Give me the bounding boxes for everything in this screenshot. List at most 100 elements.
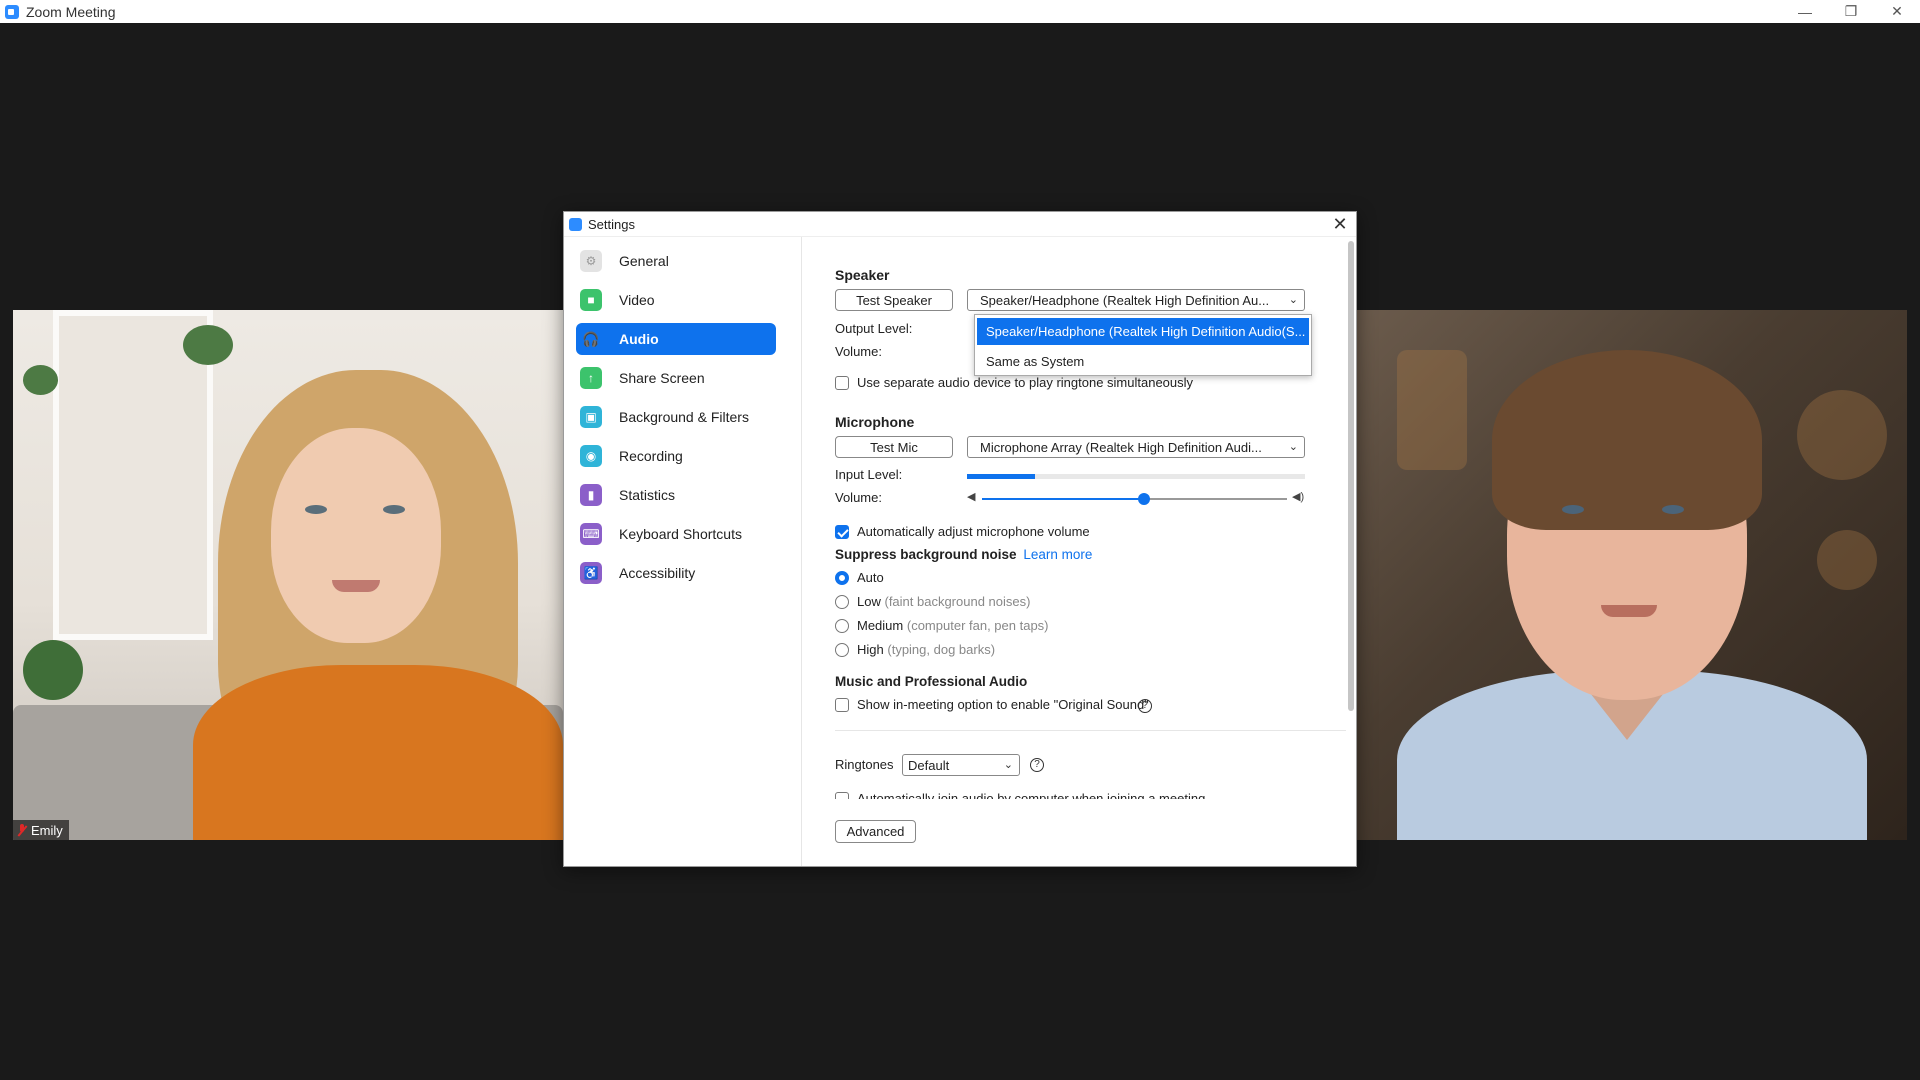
ringtones-select[interactable]: Default ⌄	[902, 754, 1020, 776]
auto-adjust-mic-label: Automatically adjust microphone volume	[857, 524, 1090, 539]
plant	[23, 365, 58, 395]
sidebar-item-accessibility[interactable]: ♿ Accessibility	[576, 557, 776, 589]
mic-volume-label: Volume:	[835, 490, 882, 505]
plant	[183, 325, 233, 365]
dropdown-option-speaker-headphone[interactable]: Speaker/Headphone (Realtek High Definiti…	[977, 318, 1309, 345]
noise-high-hint: (typing, dog barks)	[887, 642, 996, 657]
window-title: Zoom Meeting	[26, 3, 116, 20]
background-bokeh	[1397, 350, 1467, 470]
sidebar-item-label: Audio	[619, 331, 659, 347]
input-level-label: Input Level:	[835, 467, 903, 482]
microphone-device-value: Microphone Array (Realtek High Definitio…	[980, 439, 1262, 455]
speaker-volume-label: Volume:	[835, 344, 882, 359]
chevron-down-icon: ⌄	[1288, 294, 1298, 306]
accessibility-icon: ♿	[580, 562, 602, 584]
person-eye	[1562, 505, 1584, 514]
person-eye	[1662, 505, 1684, 514]
auto-join-audio-label: Automatically join audio by computer whe…	[857, 791, 1206, 799]
original-sound-checkbox[interactable]	[835, 698, 849, 712]
suppress-noise-title: Suppress background noise Learn more	[835, 547, 1092, 562]
sidebar-item-label: General	[619, 253, 669, 269]
headphones-icon: 🎧	[582, 330, 600, 347]
ringtones-value: Default	[908, 757, 950, 773]
sidebar-item-label: Background & Filters	[619, 409, 749, 425]
help-icon[interactable]: ?	[1030, 758, 1044, 772]
participant-video-tile[interactable]	[1357, 310, 1907, 840]
participant-name-tag: Emily	[13, 820, 69, 840]
sidebar-item-label: Accessibility	[619, 565, 696, 581]
noise-medium-radio[interactable]	[835, 619, 849, 633]
speaker-section-title: Speaker	[835, 267, 890, 283]
sidebar-item-label: Video	[619, 292, 655, 308]
help-icon[interactable]: ?	[1138, 699, 1152, 713]
separate-ringtone-checkbox[interactable]	[835, 376, 849, 390]
noise-high-label: High (typing, dog barks)	[857, 642, 995, 657]
restore-button[interactable]: ❐	[1828, 0, 1874, 23]
sidebar-item-recording[interactable]: ◉ Recording	[576, 440, 776, 472]
mic-volume-slider[interactable]	[982, 493, 1287, 505]
speaker-device-select[interactable]: Speaker/Headphone (Realtek High Definiti…	[967, 289, 1305, 311]
noise-high-text: High	[857, 642, 884, 657]
noise-medium-text: Medium	[857, 618, 904, 633]
suppress-noise-title-text: Suppress background noise	[835, 547, 1017, 562]
noise-auto-radio[interactable]	[835, 571, 849, 585]
settings-title: Settings	[588, 216, 635, 232]
participant-name: Emily	[31, 822, 63, 838]
share-screen-icon: ↑	[580, 367, 602, 389]
keyboard-icon: ⌨	[580, 523, 602, 545]
person-mouth	[1601, 605, 1657, 617]
sidebar-item-audio[interactable]: 🎧 Audio	[576, 323, 776, 355]
person-eye	[305, 505, 327, 514]
sidebar-item-label: Keyboard Shortcuts	[619, 526, 742, 542]
statistics-icon: ▮	[580, 484, 602, 506]
mic-volume-slider-thumb[interactable]	[1137, 493, 1150, 505]
background-bokeh	[1817, 530, 1877, 590]
person-hair	[1492, 350, 1762, 530]
sidebar-item-background-filters[interactable]: ▣ Background & Filters	[576, 401, 776, 433]
auto-join-audio-checkbox[interactable]	[835, 792, 849, 799]
test-mic-button[interactable]: Test Mic	[835, 436, 953, 458]
sidebar-item-keyboard-shortcuts[interactable]: ⌨ Keyboard Shortcuts	[576, 518, 776, 550]
person-face	[271, 428, 441, 643]
advanced-button[interactable]: Advanced	[835, 820, 916, 843]
noise-low-label: Low (faint background noises)	[857, 594, 1030, 609]
input-level-meter	[967, 474, 1305, 479]
learn-more-link[interactable]: Learn more	[1023, 547, 1092, 562]
sidebar-item-label: Statistics	[619, 487, 676, 503]
minimize-button[interactable]: —	[1782, 0, 1828, 23]
sidebar-item-share-screen[interactable]: ↑ Share Screen	[576, 362, 776, 394]
scrollbar-thumb[interactable]	[1348, 241, 1354, 711]
noise-low-text: Low	[857, 594, 881, 609]
zoom-logo-icon	[5, 4, 19, 19]
sidebar-item-general[interactable]: ⚙ General	[576, 245, 776, 277]
window-titlebar: Zoom Meeting — ❐ ✕	[0, 0, 1920, 23]
divider	[835, 730, 1346, 731]
auto-adjust-mic-checkbox[interactable]	[835, 525, 849, 539]
speaker-device-value: Speaker/Headphone (Realtek High Definiti…	[980, 292, 1270, 308]
close-window-button[interactable]: ✕	[1874, 0, 1920, 23]
participant-video-tile[interactable]: Emily	[13, 310, 563, 840]
test-speaker-button[interactable]: Test Speaker	[835, 289, 953, 311]
auto-join-row-clipped: Automatically join audio by computer whe…	[835, 791, 1335, 799]
settings-dialog: Settings ✕ ⚙ General ■ Video 🎧 Audio ↑ S…	[563, 211, 1357, 867]
sidebar-item-video[interactable]: ■ Video	[576, 284, 776, 316]
settings-scrollbar[interactable]	[1346, 237, 1356, 806]
noise-medium-label: Medium (computer fan, pen taps)	[857, 618, 1049, 633]
noise-low-radio[interactable]	[835, 595, 849, 609]
noise-low-hint: (faint background noises)	[884, 594, 1031, 609]
bookshelf	[53, 310, 213, 640]
original-sound-label: Show in-meeting option to enable "Origin…	[857, 697, 1149, 712]
person-sweater	[193, 665, 563, 840]
noise-high-radio[interactable]	[835, 643, 849, 657]
separate-ringtone-label: Use separate audio device to play ringto…	[857, 375, 1194, 390]
video-camera-icon: ■	[580, 289, 602, 311]
output-level-label: Output Level:	[835, 321, 913, 336]
sidebar-item-statistics[interactable]: ▮ Statistics	[576, 479, 776, 511]
close-settings-button[interactable]: ✕	[1330, 214, 1350, 234]
chevron-down-icon: ⌄	[1288, 441, 1298, 453]
dropdown-option-same-as-system[interactable]: Same as System	[977, 348, 1309, 375]
zoom-logo-icon	[569, 217, 582, 231]
microphone-device-select[interactable]: Microphone Array (Realtek High Definitio…	[967, 436, 1305, 458]
mic-muted-icon	[17, 823, 27, 837]
settings-sidebar: ⚙ General ■ Video 🎧 Audio ↑ Share Screen…	[564, 237, 802, 866]
